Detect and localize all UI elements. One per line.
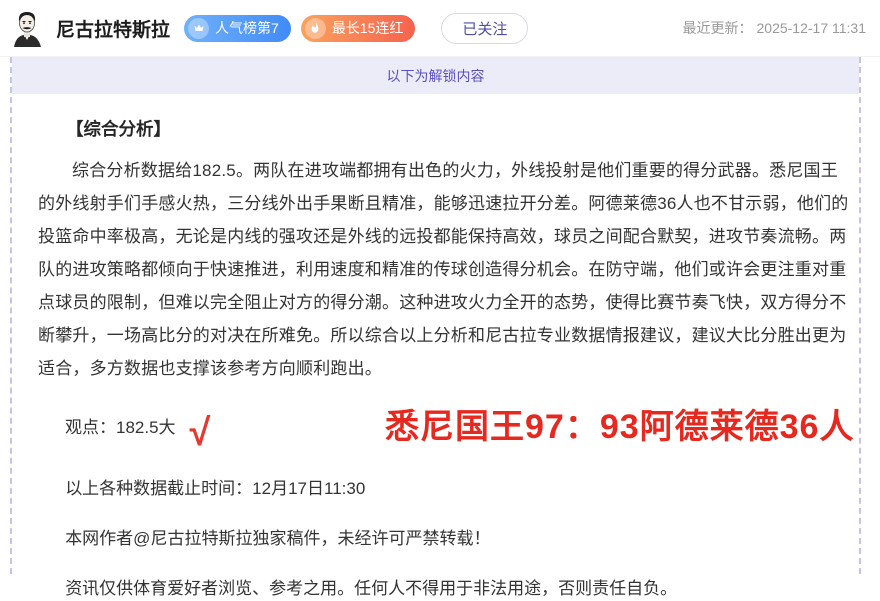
unlocked-content-card: 以下为解锁内容 【综合分析】 综合分析数据给182.5。两队在进攻端都拥有出色的… <box>10 57 861 574</box>
crown-icon <box>188 18 209 39</box>
username: 尼古拉特斯拉 <box>56 15 170 42</box>
section-title: 【综合分析】 <box>38 116 851 141</box>
popularity-rank-label: 人气榜第7 <box>215 18 279 38</box>
followed-button[interactable]: 已关注 <box>441 13 528 44</box>
portrait-illustration <box>8 9 46 47</box>
viewpoint-row: 观点：182.5大√ 悉尼国王97：93阿德莱德36人 <box>38 405 851 451</box>
article-body: 【综合分析】 综合分析数据给182.5。两队在进攻端都拥有出色的火力，外线投射是… <box>12 94 859 601</box>
avatar[interactable] <box>8 9 46 47</box>
flame-icon <box>305 18 326 39</box>
data-deadline: 以上各种数据截止时间：12月17日11:30 <box>38 477 851 501</box>
last-updated: 最近更新：2025-12-17 11:31 <box>683 18 867 38</box>
analysis-paragraph: 综合分析数据给182.5。两队在进攻端都拥有出色的火力，外线投射是他们重要的得分… <box>38 154 851 385</box>
popularity-rank-badge: 人气榜第7 <box>184 15 291 42</box>
last-updated-time: 2025-12-17 11:31 <box>757 20 867 36</box>
viewpoint-text: 观点：182.5大 <box>38 418 176 437</box>
copyright-notice: 本网作者@尼古拉特斯拉独家稿件，未经许可严禁转载！ <box>38 527 851 551</box>
red-checkmark-icon: √ <box>190 414 211 452</box>
disclaimer: 资讯仅供体育爱好者浏览、参考之用。任何人不得用于非法用途，否则责任自负。 <box>38 577 851 601</box>
last-updated-label: 最近更新： <box>683 20 753 36</box>
profile-header: 尼古拉特斯拉 人气榜第7 最长15连红 已关注 最近更新：2025-12-17 … <box>0 0 880 57</box>
win-streak-badge: 最长15连红 <box>301 15 416 42</box>
score-annotation: 悉尼国王97：93阿德莱德36人 <box>385 399 854 448</box>
win-streak-label: 最长15连红 <box>332 18 404 38</box>
unlock-banner: 以下为解锁内容 <box>12 57 859 94</box>
